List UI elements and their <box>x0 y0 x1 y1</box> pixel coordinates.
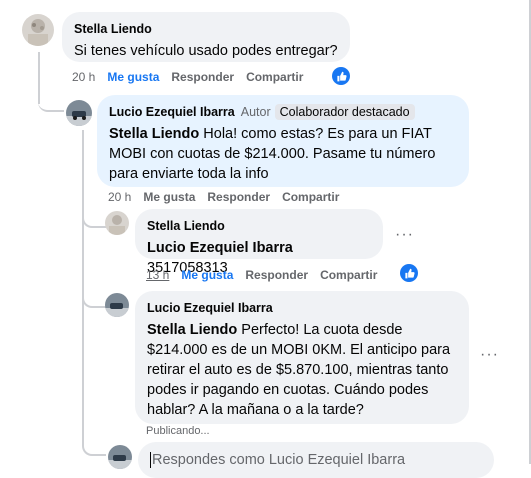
comment-text: Si tenes vehículo usado podes entregar? <box>74 43 338 59</box>
comment-text: Stella Liendo Hola! como estas? Es para … <box>109 124 457 184</box>
avatar <box>108 445 132 469</box>
text-caret <box>150 452 151 468</box>
thread-connector <box>82 436 106 456</box>
mention-link[interactable]: Lucio Ezequiel Ibarra <box>147 240 293 256</box>
comment-actions: 20 h Me gusta Responder Compartir <box>72 70 303 84</box>
reply-button[interactable]: Responder <box>171 70 234 84</box>
avatar[interactable] <box>105 211 129 235</box>
avatar[interactable] <box>22 14 54 46</box>
reply-button[interactable]: Responder <box>207 190 270 204</box>
comment-actions: 20 h Me gusta Responder Compartir <box>108 190 339 204</box>
status-badge: Colaborador destacado <box>274 104 415 120</box>
share-button[interactable]: Compartir <box>246 70 303 84</box>
thread-connector <box>38 88 64 112</box>
more-options-icon[interactable]: ··· <box>480 346 499 364</box>
comment-bubble: Lucio Ezequiel Ibarra Autor Colaborador de… <box>97 95 469 187</box>
like-reaction-icon[interactable] <box>332 67 350 85</box>
more-options-icon[interactable]: ··· <box>395 226 414 244</box>
thread-connector <box>82 208 106 228</box>
thread-connector <box>82 286 106 308</box>
comment-author[interactable]: Lucio Ezequiel Ibarra <box>147 301 273 315</box>
mention-link[interactable]: Stella Liendo <box>109 126 199 142</box>
comment-time[interactable]: 20 h <box>108 190 131 204</box>
comment-status: Publicando... <box>146 425 210 437</box>
like-button[interactable]: Me gusta <box>107 70 159 84</box>
comment-actions: 13 h Me gusta Responder Compartir <box>146 268 377 282</box>
mention-link[interactable]: Stella Liendo <box>147 322 237 338</box>
comment-author[interactable]: Stella Liendo <box>74 22 152 36</box>
share-button[interactable]: Compartir <box>320 268 377 282</box>
reply-placeholder: Respondes como Lucio Ezequiel Ibarra <box>152 452 406 468</box>
comment-text: Stella Liendo Perfecto! La cuota desde $… <box>147 320 457 420</box>
like-button[interactable]: Me gusta <box>143 190 195 204</box>
thread-line <box>82 300 84 440</box>
comment-time[interactable]: 13 h <box>146 268 169 282</box>
comment-author[interactable]: Stella Liendo <box>147 219 225 233</box>
avatar[interactable] <box>105 293 129 317</box>
publishing-status: Publicando... <box>146 425 210 437</box>
comment-bubble: Lucio Ezequiel Ibarra Stella Liendo Perf… <box>135 291 469 424</box>
like-button[interactable]: Me gusta <box>181 268 233 282</box>
comment-author[interactable]: Lucio Ezequiel Ibarra <box>109 105 235 119</box>
comment-time[interactable]: 20 h <box>72 70 95 84</box>
comment-bubble: Stella Liendo Lucio Ezequiel Ibarra 3517… <box>135 209 383 276</box>
comment-bubble: Stella Liendo Si tenes vehículo usado po… <box>62 12 350 62</box>
avatar[interactable] <box>66 100 92 126</box>
author-tag: Autor <box>240 105 271 119</box>
share-button[interactable]: Compartir <box>282 190 339 204</box>
like-reaction-icon[interactable] <box>400 264 418 282</box>
reply-button[interactable]: Responder <box>245 268 308 282</box>
